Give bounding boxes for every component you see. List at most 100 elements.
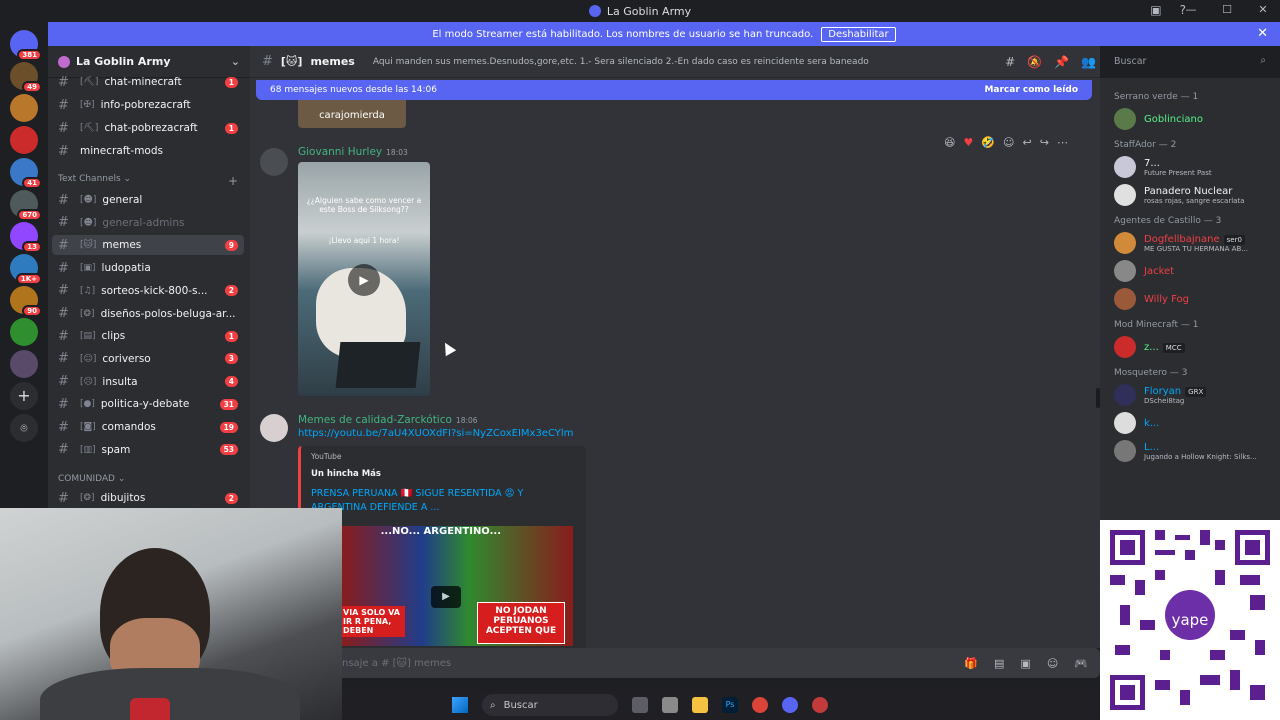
avatar[interactable]: [1114, 260, 1136, 282]
channel-name[interactable]: general: [102, 194, 238, 206]
member-item[interactable]: L... Jugando a Hollow Knight: Silks...: [1114, 440, 1257, 462]
channel-name[interactable]: info-pobrezacraft: [101, 99, 238, 111]
server-icon[interactable]: 1K+: [10, 254, 42, 285]
taskbar-search[interactable]: ⌕ Buscar: [482, 694, 618, 716]
gift-icon[interactable]: 🎁: [964, 657, 978, 670]
add-reaction-icon[interactable]: ☺: [1003, 136, 1014, 149]
server-icon[interactable]: [10, 350, 38, 378]
server-icon[interactable]: 13: [10, 222, 42, 253]
channel-chat-minecraft[interactable]: # [⛏] chat-minecraft 1: [52, 72, 244, 92]
avatar[interactable]: [1114, 232, 1136, 254]
minimize-button[interactable]: —: [1184, 3, 1198, 16]
avatar[interactable]: [1114, 336, 1136, 358]
app-icon[interactable]: [812, 697, 828, 713]
inbox-icon[interactable]: ▣: [1150, 3, 1161, 17]
channel-name[interactable]: dibujitos: [101, 492, 225, 504]
notepad-icon[interactable]: [662, 697, 678, 713]
avatar[interactable]: [1114, 184, 1136, 206]
message-author[interactable]: Giovanni Hurley 18:03: [298, 146, 408, 158]
server-icon[interactable]: 90: [10, 286, 42, 317]
channel-name[interactable]: politica-y-debate: [101, 398, 220, 410]
category-text-channels[interactable]: Text Channels ⌄ +: [58, 174, 238, 188]
task-view-icon[interactable]: [632, 697, 648, 713]
avatar[interactable]: [1114, 156, 1136, 178]
reaction-heart-icon[interactable]: ♥: [963, 136, 973, 149]
message-input[interactable]: nsaje a # [🐱] memes 🎁 ▤ ▣ ☺ 🎮: [330, 648, 1100, 678]
channel-dibujitos[interactable]: # [❂] dibujitos 2: [52, 488, 244, 508]
channel-insulta[interactable]: # [☹] insulta 4: [52, 372, 244, 392]
embed-provider[interactable]: YouTube: [311, 452, 576, 461]
member-name[interactable]: 7...: [1144, 158, 1212, 169]
emoji-icon[interactable]: ☺: [1047, 657, 1058, 670]
member-item[interactable]: Floryan GRX DSchei8tag: [1114, 384, 1207, 406]
member-item[interactable]: z... MCC: [1114, 336, 1185, 358]
channel-name[interactable]: diseños-polos-beluga-ar...: [101, 308, 238, 320]
member-item[interactable]: 7... Future Present Past: [1114, 156, 1212, 178]
reply-icon[interactable]: ↩: [1023, 136, 1032, 149]
member-item[interactable]: Goblinciano: [1114, 108, 1203, 130]
channel-chat-pobrezacraft[interactable]: # [⛏] chat-pobrezacraft 1: [52, 118, 244, 138]
server-icon[interactable]: [10, 94, 38, 122]
member-name[interactable]: z... MCC: [1144, 342, 1185, 353]
channel-name[interactable]: minecraft-mods: [80, 145, 238, 157]
avatar[interactable]: [260, 414, 288, 442]
avatar[interactable]: [1114, 108, 1136, 130]
channel-name[interactable]: spam: [102, 444, 220, 456]
member-name[interactable]: Panadero Nuclear: [1144, 186, 1244, 197]
server-icon[interactable]: 670: [10, 190, 42, 221]
search-input[interactable]: Buscar ⌕: [1108, 52, 1272, 72]
member-item[interactable]: Panadero Nuclear rosas rojas, sangre esca…: [1114, 184, 1244, 206]
notification-bell-icon[interactable]: 🔕: [1027, 55, 1042, 69]
channel-name[interactable]: sorteos-kick-800-s...: [101, 285, 225, 297]
apps-icon[interactable]: 🎮: [1074, 657, 1088, 670]
embed-thumbnail[interactable]: ...NO... ARGENTINO... VIA SOLO VA IR R P…: [341, 526, 573, 646]
reaction-rofl-icon[interactable]: 🤣: [981, 136, 995, 149]
new-messages-bar[interactable]: 68 mensajes nuevos desde las 14:06 Marca…: [256, 80, 1092, 100]
video-attachment[interactable]: ¿¿Alguien sabe como vencer a este Boss d…: [298, 162, 430, 396]
channel-comandos[interactable]: # [◙] comandos 19: [52, 417, 244, 437]
mark-as-read-button[interactable]: Marcar como leído: [984, 85, 1078, 95]
avatar[interactable]: [1114, 384, 1136, 406]
channel-name[interactable]: memes: [102, 239, 224, 251]
pin-icon[interactable]: 📌: [1054, 55, 1069, 69]
member-item[interactable]: Willy Fog: [1114, 288, 1189, 310]
photoshop-icon[interactable]: Ps: [722, 697, 738, 713]
channel-name[interactable]: chat-pobrezacraft: [104, 122, 224, 134]
channel-dise-os-polos-beluga-ar-[interactable]: # [❂] diseños-polos-beluga-ar...: [52, 304, 244, 324]
channel-name[interactable]: coriverso: [102, 353, 224, 365]
discord-taskbar-icon[interactable]: [782, 697, 798, 713]
youtube-link[interactable]: https://youtu.be/7aU4XUOXdFI?si=NyZCoxEI…: [298, 428, 573, 439]
threads-icon[interactable]: #: [1005, 55, 1015, 69]
author-name[interactable]: Memes de calidad-Zarckótico: [298, 414, 452, 426]
server-icon[interactable]: [10, 126, 38, 154]
member-name[interactable]: Willy Fog: [1144, 294, 1189, 305]
channel-sorteos-kick-800-s-[interactable]: # [♫] sorteos-kick-800-s... 2: [52, 281, 244, 301]
member-name[interactable]: Goblinciano: [1144, 114, 1203, 125]
avatar[interactable]: [1114, 440, 1136, 462]
avatar[interactable]: [1114, 412, 1136, 434]
embed-title[interactable]: PRENSA PERUANA 🇵🇪 SIGUE RESENTIDA 😡 Y AR…: [311, 487, 551, 515]
play-icon[interactable]: ▶: [348, 264, 380, 296]
embed-author[interactable]: Un hincha Más: [311, 469, 576, 479]
message-author[interactable]: Memes de calidad-Zarckótico 18:06: [298, 414, 478, 426]
sticker-icon[interactable]: ▣: [1020, 657, 1030, 670]
file-explorer-icon[interactable]: [692, 697, 708, 713]
author-name[interactable]: Giovanni Hurley: [298, 146, 382, 158]
forward-icon[interactable]: ↪: [1040, 136, 1049, 149]
channel-name[interactable]: clips: [102, 330, 225, 342]
channel-name[interactable]: ludopatia: [102, 262, 238, 274]
member-item[interactable]: k...: [1114, 412, 1159, 434]
server-icon[interactable]: 381: [10, 30, 42, 61]
channel-politica-y-debate[interactable]: # [●] politica-y-debate 31: [52, 394, 244, 414]
channel-coriverso[interactable]: # [☺] coriverso 3: [52, 349, 244, 369]
server-icon[interactable]: 49: [10, 62, 42, 93]
channel-spam[interactable]: # [▥] spam 53: [52, 440, 244, 460]
category-label[interactable]: Text Channels ⌄: [58, 174, 131, 188]
channel-memes[interactable]: # [🐱] memes 9: [52, 235, 244, 256]
channel-name[interactable]: general-admins: [102, 217, 238, 229]
add-server-icon[interactable]: +: [10, 382, 38, 410]
avatar[interactable]: [260, 148, 288, 176]
channel-name[interactable]: chat-minecraft: [104, 76, 224, 88]
avatar[interactable]: [1114, 288, 1136, 310]
server-icon[interactable]: 41: [10, 158, 42, 189]
